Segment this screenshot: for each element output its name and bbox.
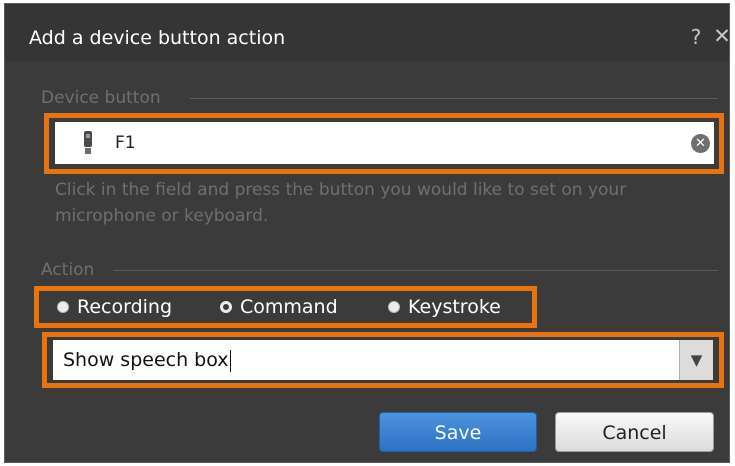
chevron-down-icon[interactable]: ▼	[679, 340, 713, 380]
group-divider	[190, 98, 718, 99]
group-divider	[113, 270, 718, 271]
radio-recording-label: Recording	[77, 296, 173, 318]
cancel-button[interactable]: Cancel	[555, 412, 714, 452]
command-select[interactable]: Show speech box ▼	[53, 340, 713, 380]
radio-command[interactable]: Command	[220, 293, 338, 321]
device-button-value: F1	[115, 133, 136, 153]
help-icon[interactable]: ?	[688, 22, 704, 52]
text-caret	[229, 349, 231, 372]
dialog-title: Add a device button action	[29, 27, 286, 49]
radio-unselected-icon	[388, 301, 400, 313]
command-select-value: Show speech box	[63, 349, 231, 372]
radio-unselected-icon	[57, 301, 69, 313]
device-button-group-label: Device button	[41, 88, 161, 108]
radio-keystroke-label: Keystroke	[408, 296, 501, 318]
save-button[interactable]: Save	[379, 412, 537, 452]
dialog-titlebar: Add a device button action ? ✕	[5, 4, 731, 62]
action-group-label: Action	[41, 260, 95, 280]
radio-keystroke[interactable]: Keystroke	[388, 293, 501, 321]
radio-command-label: Command	[240, 296, 338, 318]
clear-icon[interactable]: ✕	[691, 134, 710, 153]
microphone-icon	[84, 131, 92, 154]
radio-selected-icon	[220, 301, 232, 313]
device-button-field[interactable]: F1 ✕	[55, 122, 714, 164]
device-button-hint: Click in the field and press the button …	[55, 180, 627, 226]
radio-recording[interactable]: Recording	[57, 293, 172, 321]
close-icon[interactable]: ✕	[711, 20, 733, 52]
